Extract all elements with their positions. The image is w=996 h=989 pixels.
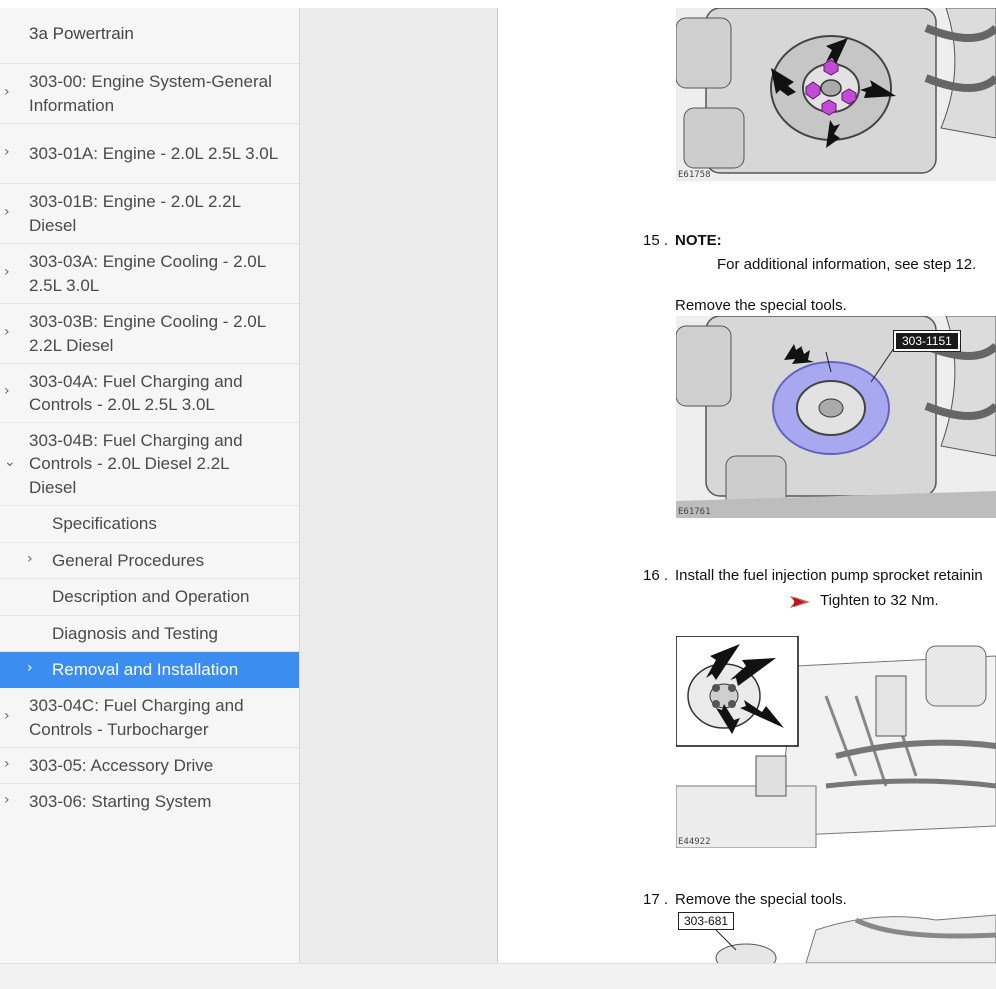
chevron-right-icon: › bbox=[27, 550, 33, 567]
sidebar-subitem-description-operation[interactable]: Description and Operation bbox=[0, 579, 299, 616]
step-number: 15 . bbox=[643, 232, 669, 249]
step-number: 17 . bbox=[643, 891, 669, 908]
note-label: NOTE: bbox=[675, 232, 722, 249]
sidebar-item-label: 303-03A: Engine Cooling - 2.0L 2.5L 3.0L bbox=[29, 252, 266, 295]
chevron-right-icon: › bbox=[4, 792, 10, 809]
sidebar-item-303-04c[interactable]: › 303-04C: Fuel Charging and Controls - … bbox=[0, 688, 299, 748]
torque-text: Tighten to 32 Nm. bbox=[820, 592, 939, 609]
sidebar-item-label: 303-01B: Engine - 2.0L 2.2L Diesel bbox=[29, 192, 241, 235]
sidebar-subitem-label: Specifications bbox=[52, 514, 157, 534]
document-gutter bbox=[300, 8, 498, 963]
sidebar-subitem-label: Removal and Installation bbox=[52, 659, 239, 679]
sidebar-item-label: 303-00: Engine System-General Informatio… bbox=[29, 72, 272, 115]
sidebar-item-label: 303-04B: Fuel Charging and Controls - 2.… bbox=[29, 430, 243, 497]
step-text: Remove the special tools. bbox=[675, 891, 847, 908]
sidebar-subitem-label: General Procedures bbox=[52, 550, 205, 570]
sidebar-item-label: 303-04A: Fuel Charging and Controls - 2.… bbox=[29, 371, 243, 415]
chevron-right-icon: › bbox=[4, 83, 10, 100]
sidebar-subitem-label: Diagnosis and Testing bbox=[52, 623, 219, 643]
sidebar-item-303-00[interactable]: › 303-00: Engine System-General Informat… bbox=[0, 64, 299, 124]
figure-code: E61758 bbox=[678, 170, 711, 180]
sidebar-item-303-04b[interactable]: ⌄ 303-04B: Fuel Charging and Controls - … bbox=[0, 423, 299, 506]
step-text: Remove the special tools. bbox=[675, 297, 847, 314]
figure-code: E44922 bbox=[678, 837, 711, 847]
document-page: E61758 15 . NOTE: For additional informa… bbox=[498, 8, 996, 963]
sidebar-item-303-01b[interactable]: › 303-01B: Engine - 2.0L 2.2L Diesel bbox=[0, 184, 299, 244]
step-number: 16 . bbox=[643, 567, 669, 584]
sidebar-item-303-03a[interactable]: › 303-03A: Engine Cooling - 2.0L 2.5L 3.… bbox=[0, 244, 299, 304]
sidebar-subitem-label: Description and Operation bbox=[52, 587, 250, 607]
figure-e61758: E61758 bbox=[676, 8, 996, 181]
chevron-right-icon: › bbox=[27, 659, 33, 676]
tool-callout: 303-1151 bbox=[893, 330, 961, 352]
sidebar-item-label: 303-06: Starting System bbox=[29, 792, 212, 812]
chevron-right-icon: › bbox=[4, 203, 10, 220]
sidebar-item-303-01a[interactable]: › 303-01A: Engine - 2.0L 2.5L 3.0L bbox=[0, 124, 299, 184]
sidebar-subitem-removal-installation[interactable]: › Removal and Installation bbox=[0, 652, 299, 688]
sidebar-item-303-05[interactable]: › 303-05: Accessory Drive bbox=[0, 748, 299, 784]
chevron-right-icon: › bbox=[4, 755, 10, 772]
figure-e44922: E44922 bbox=[676, 636, 996, 848]
sidebar-nav: 3a Powertrain › 303-00: Engine System-Ge… bbox=[0, 8, 300, 963]
figure-partial: 303-681 bbox=[676, 910, 996, 963]
sidebar-subitem-general-procedures[interactable]: › General Procedures bbox=[0, 543, 299, 579]
sprocket-install-illustration bbox=[676, 636, 996, 848]
sidebar-item-label: 303-04C: Fuel Charging and Controls - Tu… bbox=[29, 696, 244, 739]
chevron-right-icon: › bbox=[4, 323, 10, 340]
pump-sprocket-bolts-illustration bbox=[676, 8, 996, 181]
sidebar-item-303-06[interactable]: › 303-06: Starting System bbox=[0, 784, 299, 820]
sidebar-item-label: 303-01A: Engine - 2.0L 2.5L 3.0L bbox=[29, 143, 279, 163]
chevron-right-icon: › bbox=[4, 383, 10, 400]
sidebar-item-303-04a[interactable]: › 303-04A: Fuel Charging and Controls - … bbox=[0, 364, 299, 423]
sidebar-item-label: 303-03B: Engine Cooling - 2.0L 2.2L Dies… bbox=[29, 312, 266, 355]
chevron-right-icon: › bbox=[4, 143, 10, 160]
tool-callout: 303-681 bbox=[678, 912, 735, 930]
figure-code: E61761 bbox=[678, 507, 711, 517]
chevron-right-icon: › bbox=[4, 263, 10, 280]
sidebar-item-label: 303-05: Accessory Drive bbox=[29, 755, 214, 775]
sidebar-subitem-diagnosis-testing[interactable]: Diagnosis and Testing bbox=[0, 616, 299, 652]
sidebar-section-title: 3a Powertrain bbox=[0, 8, 299, 64]
figure-e61761: 303-1151 E61761 bbox=[676, 316, 996, 518]
step-text: Install the fuel injection pump sprocket… bbox=[675, 567, 983, 584]
chevron-down-icon: ⌄ bbox=[4, 454, 16, 471]
torque-arrow-icon bbox=[790, 594, 812, 610]
sidebar-item-303-03b[interactable]: › 303-03B: Engine Cooling - 2.0L 2.2L Di… bbox=[0, 304, 299, 364]
note-text: For additional information, see step 12. bbox=[717, 256, 977, 273]
chevron-right-icon: › bbox=[4, 707, 10, 724]
bottom-bar bbox=[0, 963, 996, 989]
sidebar-subitem-specifications[interactable]: Specifications bbox=[0, 506, 299, 543]
